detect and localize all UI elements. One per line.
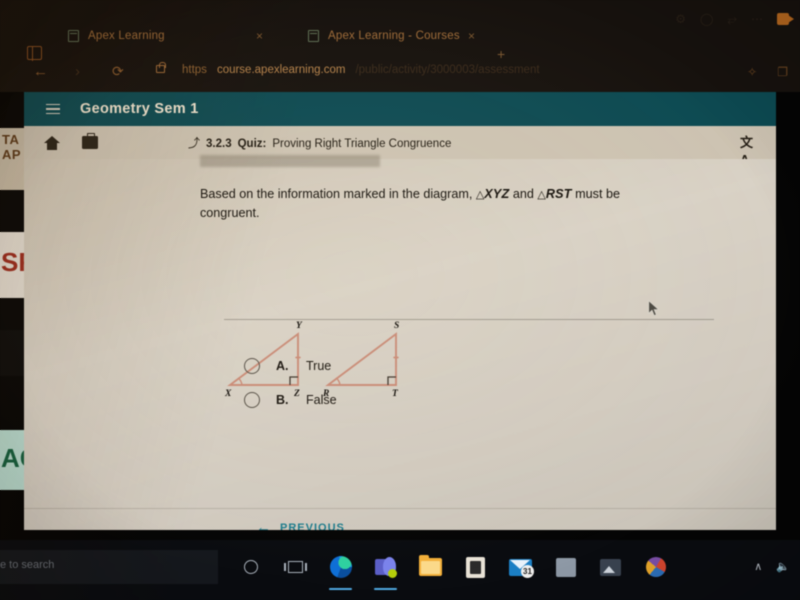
address-bar[interactable]: https course.apexlearning.com /public/ac… [182,64,540,76]
paint-icon [645,557,666,577]
question-counter-clipped [200,155,380,167]
lesson-kind: Quiz: [237,138,267,150]
option-letter-b: B. [276,393,289,407]
tab-title-0: Apex Learning [88,30,165,42]
question-text-mid: and [509,187,538,201]
answer-option-b[interactable]: B. False [244,383,337,417]
news-icon [555,557,576,577]
edge-icon [329,556,352,578]
question-text-part1: Based on the information marked in the d… [200,187,476,201]
browser-navigation-bar: ← › ⟳ https course.apexlearning.com /pub… [0,56,800,90]
mail-icon: 31 [509,558,534,578]
task-view-icon [284,561,307,573]
lock-icon [156,62,166,73]
taskbar-item-news[interactable] [543,548,588,586]
url-scheme: https [182,64,207,76]
screen: TA AP SF AC ⚙ ◯ ⥂ ⋯ Apex Learning × Apex… [0,0,800,600]
vertex-label-Y: Y [296,321,303,331]
question-text: Based on the information marked in the d… [200,185,680,222]
browser-tab-0[interactable]: Apex Learning [58,18,273,54]
file-explorer-icon [419,555,442,576]
url-host: course.apexlearning.com [216,64,346,76]
radio-button-b[interactable] [244,392,260,408]
forward-icon[interactable]: › [75,63,80,80]
option-text-a: True [306,359,332,373]
active-indicator-teams [374,588,397,590]
triangle-name-2: RST [545,187,572,201]
tab-close-1[interactable]: × [468,29,475,43]
address-bar-actions: ✧ ❐ [747,65,788,79]
url-path: /public/activity/3000003/assessment [355,64,540,76]
vertex-label-T: T [392,389,399,397]
browser-window: ⚙ ◯ ⥂ ⋯ Apex Learning × Apex Learning - … [0,0,800,92]
vertex-label-S: S [394,321,399,331]
photos-icon [600,558,621,576]
course-title: Geometry Sem 1 [80,101,199,117]
volume-icon[interactable]: 🔈 [776,560,790,573]
previous-label: PREVIOUS [280,521,345,531]
taskbar-item-store[interactable] [453,548,498,586]
mouse-cursor [648,300,660,317]
option-text-b: False [306,393,337,407]
favorite-icon[interactable]: ✧ [747,65,757,79]
store-icon [466,556,485,578]
app-header: Geometry Sem 1 [24,92,776,126]
taskbar-item-teams[interactable] [363,548,408,590]
lesson-number: 3.2.3 [206,138,232,150]
active-indicator-edge [329,588,352,590]
answer-options: A. True B. False [244,349,337,417]
arrow-left-icon: ← [256,519,272,530]
right-angle-mark-t [387,376,396,385]
breadcrumb: ⤴ 3.2.3 Quiz: Proving Right Triangle Con… [188,134,451,151]
taskbar-item-paint[interactable] [633,548,678,586]
mail-badge: 31 [521,564,534,578]
show-hidden-icons-icon[interactable]: ∧ [754,560,762,573]
hamburger-icon[interactable] [46,103,60,115]
collections-panel-icon[interactable]: ❐ [777,65,788,79]
taskbar-item-cortana[interactable] [228,548,273,586]
quiz-content: Based on the information marked in the d… [24,155,776,530]
home-icon[interactable] [44,135,60,150]
quiz-toolbar: ⤴ 3.2.3 Quiz: Proving Right Triangle Con… [24,126,776,167]
windows-taskbar: e to search 31 ∧ 🔈 [0,540,800,600]
cortana-icon [243,560,258,574]
vertex-label-X: X [224,389,232,397]
reload-icon[interactable]: ⟳ [112,63,124,80]
search-placeholder: e to search [0,559,55,571]
taskbar-item-file-explorer[interactable] [408,548,453,586]
back-icon[interactable]: ← [33,63,48,80]
tab-close-0[interactable]: × [256,29,263,43]
lesson-name: Proving Right Triangle Congruence [272,138,452,150]
triangle-glyph-2: △ [537,189,546,201]
tab-strip: Apex Learning × Apex Learning - Courses … [0,18,800,62]
system-tray: ∧ 🔈 [754,560,790,573]
section-divider [224,319,714,320]
previous-button[interactable]: ← PREVIOUS [256,519,345,530]
taskbar-item-mail[interactable]: 31 [498,548,543,586]
apex-learning-app: Geometry Sem 1 ⤴ 3.2.3 Quiz: Proving Rig… [24,92,776,530]
taskbar-item-photos[interactable] [588,548,633,586]
answer-option-a[interactable]: A. True [244,349,337,383]
tab-favicon-0 [68,30,79,42]
up-level-icon[interactable]: ⤴ [188,134,200,151]
triangle-name-1: XYZ [484,187,510,201]
tab-favicon-1 [308,30,319,42]
radio-button-a[interactable] [244,358,260,374]
teams-icon [375,557,397,578]
taskbar-items: 31 [228,548,678,590]
translate-icon[interactable]: 文A [740,134,760,167]
quiz-footer [24,508,776,530]
briefcase-icon[interactable] [82,132,98,149]
taskbar-item-task-view[interactable] [273,548,318,586]
taskbar-item-edge[interactable] [318,548,363,590]
option-letter-a: A. [276,359,289,373]
